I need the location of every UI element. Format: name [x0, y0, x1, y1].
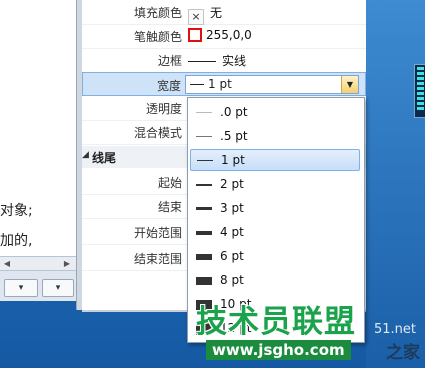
document-page[interactable]: 对象; 加的, ◀ ▶ ▾ ▾ [0, 0, 76, 301]
option-label: 6 pt [220, 249, 244, 263]
scroll-right-icon[interactable]: ▶ [62, 259, 72, 268]
width-option[interactable]: .0 pt [190, 102, 360, 124]
option-label: .0 pt [220, 105, 248, 119]
property-label: 宽度 [156, 79, 181, 93]
property-row-stroke-color[interactable]: 笔触颜色 255,0,0 [82, 24, 366, 49]
section-title: 线尾 [92, 151, 117, 165]
option-label: 3 pt [220, 201, 244, 215]
watermark-url: www.jsgho.com [206, 340, 351, 360]
no-fill-icon[interactable]: × [188, 9, 204, 25]
option-label: 2 pt [220, 177, 244, 191]
width-option[interactable]: 8 pt [190, 270, 360, 292]
document-toolbar: ▾ ▾ [0, 270, 76, 301]
line-sample-icon [196, 207, 212, 210]
width-option[interactable]: 2 pt [190, 174, 360, 196]
option-label: 8 pt [220, 273, 244, 287]
option-label: 4 pt [220, 225, 244, 239]
line-sample-icon [196, 136, 212, 137]
property-label: 开始范围 [133, 226, 182, 240]
width-option[interactable]: 6 pt [190, 246, 360, 268]
line-sample-icon [196, 184, 212, 186]
line-sample-icon [196, 112, 212, 113]
chevron-down-icon[interactable]: ▼ [341, 76, 358, 93]
meter-gadget-icon [414, 64, 425, 118]
option-label: .5 pt [220, 129, 248, 143]
line-sample-icon [196, 231, 212, 235]
collapse-arrow-icon[interactable]: ◢ [82, 150, 89, 160]
stroke-color-value: 255,0,0 [206, 28, 252, 42]
property-label: 笔触颜色 [133, 30, 182, 44]
option-label: 1 pt [221, 153, 245, 167]
border-value: 实线 [222, 54, 247, 68]
document-line: 加的, [0, 233, 33, 249]
horizontal-scrollbar[interactable]: ◀ ▶ [0, 256, 76, 271]
watermark-title: 技术员联盟 [196, 304, 356, 340]
watermark-suffix: 51.net [374, 322, 417, 337]
line-sample-icon [196, 277, 212, 285]
property-row-fill-color[interactable]: 填充颜色 × 无 [82, 0, 366, 25]
property-row-border[interactable]: 边框 实线 [82, 48, 366, 73]
width-value: 1 pt [208, 77, 232, 91]
width-option[interactable]: 3 pt [190, 198, 360, 220]
watermark-site-suffix: 之家 [386, 343, 420, 363]
property-label: 混合模式 [133, 126, 182, 140]
property-label: 结束 [157, 200, 182, 214]
property-label: 结束范围 [133, 252, 182, 266]
property-label: 填充颜色 [133, 6, 182, 20]
line-sample-icon [196, 254, 212, 260]
line-style-icon [188, 61, 216, 62]
width-option[interactable]: .5 pt [190, 126, 360, 148]
document-line: 对象; [0, 203, 33, 219]
line-width-icon [190, 84, 204, 85]
toolbar-dropdown[interactable]: ▾ [42, 279, 74, 297]
property-label: 透明度 [145, 102, 182, 116]
width-option[interactable]: 4 pt [190, 222, 360, 244]
line-sample-icon [197, 160, 213, 161]
toolbar-dropdown[interactable]: ▾ [4, 279, 38, 297]
property-label: 边框 [157, 54, 182, 68]
width-option-selected[interactable]: 1 pt [190, 149, 360, 171]
property-row-width[interactable]: 宽度 1 pt ▼ [82, 72, 366, 96]
color-swatch-icon[interactable] [188, 28, 202, 42]
scroll-left-icon[interactable]: ◀ [2, 259, 12, 268]
width-combobox[interactable]: 1 pt ▼ [185, 75, 359, 94]
property-label: 起始 [157, 176, 182, 190]
fill-color-value: 无 [210, 6, 223, 20]
watermark: 技术员联盟 51.net www.jsgho.com 之家 [196, 296, 425, 368]
